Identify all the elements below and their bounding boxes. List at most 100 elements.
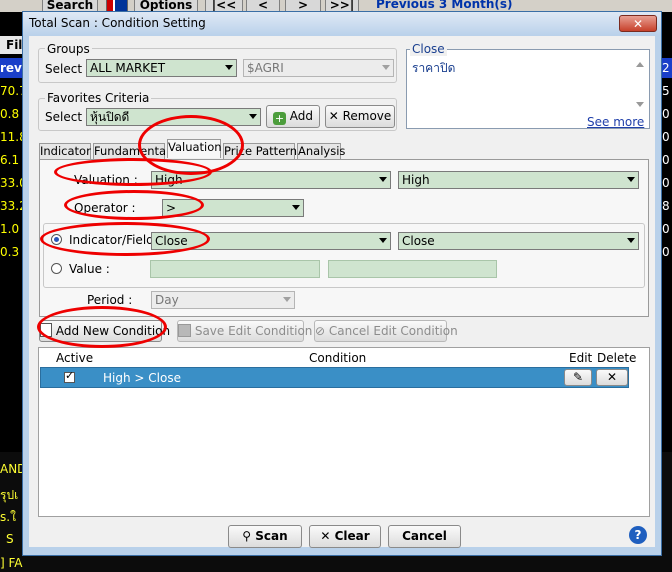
indicator-compare-value: Close [402,234,435,248]
chevron-down-icon [379,238,387,243]
background-news-line: S [6,532,14,546]
groups-select-label: Select : [45,62,90,76]
see-more-link[interactable]: See more [587,115,644,129]
tab-indicator[interactable]: Indicator [39,143,91,159]
background-right-value: 2 [662,61,670,75]
tab-valuation[interactable]: Valuation [167,139,222,158]
cancel-edit-condition-button[interactable]: ⊘ Cancel Edit Condition [314,320,458,342]
indicator-radio[interactable] [51,234,62,245]
background-right-value: 8 [662,199,670,213]
column-header-edit: Edit [569,351,593,365]
chevron-down-icon [225,65,233,70]
group-select-value: ALL MARKET [90,61,166,75]
close-legend: Close [410,42,447,56]
tab-analysis[interactable]: Analysis [297,143,345,159]
favorites-select-label: Select : [45,110,90,124]
chevron-down-icon [292,205,300,210]
cancel-label: Cancel [402,529,447,543]
value-label: Value : [69,262,110,276]
chevron-down-icon [382,65,390,70]
condition-text: High > Close [103,371,181,385]
close-description-text: ราคาปิด [412,61,456,75]
period-select-value: Day [155,293,179,307]
scroll-down-icon [636,102,644,107]
operator-label: Operator : [74,201,136,215]
background-right-value: 0 [662,153,670,167]
clear-button[interactable]: ✕ Clear [309,525,381,548]
subgroup-select-value: $AGRI [247,61,284,75]
background-news-line: ] FA [0,556,23,570]
close-window-button[interactable]: ✕ [619,15,657,32]
operator-select[interactable]: > [162,199,304,217]
favorites-select-value: หุ้นปิดดี [90,110,130,124]
background-right-value: 5 [662,84,670,98]
valuation-label: Valuation : [74,173,138,187]
checkmark-icon: ✓ [65,369,75,382]
value-input-secondary[interactable] [328,260,497,278]
group-select[interactable]: ALL MARKET [86,59,237,77]
save-edit-condition-button[interactable]: Save Edit Condition [177,320,312,342]
active-checkbox[interactable]: ✓ [64,369,75,383]
valuation-select[interactable]: High [151,171,391,189]
add-favorite-label: Add [289,109,314,123]
tab-price-pattern[interactable]: Price Pattern [223,143,297,159]
clear-icon: ✕ [320,529,331,543]
add-favorite-button[interactable]: + Add [266,105,320,128]
edit-condition-button[interactable]: ✎ [564,369,592,386]
dialog-title: Total Scan : Condition Setting [29,16,206,30]
valuation-compare-value: High [402,173,430,187]
column-header-delete: Delete [597,351,637,365]
remove-favorite-button[interactable]: ✕ Remove [325,105,395,128]
column-header-condition: Condition [309,351,367,365]
cancel-edit-condition-label: Cancel Edit Condition [328,324,458,338]
groups-legend: Groups [45,42,92,56]
period-select: Day [151,291,295,309]
valuation-compare-select[interactable]: High [398,171,639,189]
subgroup-select: $AGRI [243,59,394,77]
help-icon[interactable]: ? [629,526,647,544]
add-icon: + [272,112,286,125]
cancel-button[interactable]: Cancel [388,525,461,548]
valuation-select-value: High [155,173,183,187]
scan-label: Scan [255,529,288,543]
condition-setting-dialog: Total Scan : Condition Setting ✕ Groups … [22,11,662,556]
magnifier-icon: ⚲ [242,529,252,543]
indicator-field-label: Indicator/Field : [69,233,162,247]
clear-label: Clear [334,529,370,543]
column-header-active: Active [56,351,94,365]
cancel-icon: ⊘ [315,324,326,338]
pencil-icon: ✎ [572,370,584,384]
favorites-select[interactable]: หุ้นปิดดี [86,108,261,126]
add-new-condition-button[interactable]: Add New Condition [39,320,170,342]
operator-select-value: > [166,201,177,215]
scroll-up-icon [636,62,644,67]
chevron-down-icon [627,238,635,243]
background-right-value: 0 [662,222,670,236]
background-right-value: 0 [662,130,670,144]
chevron-down-icon [283,297,291,302]
indicator-field-value: Close [155,234,188,248]
background-news-line: รุปเ [0,488,19,502]
delete-icon: ✕ [606,370,618,384]
delete-condition-button[interactable]: ✕ [596,369,628,386]
indicator-compare-select[interactable]: Close [398,232,639,250]
close-icon: ✕ [632,17,644,31]
chevron-down-icon [249,114,257,119]
chevron-down-icon [379,177,387,182]
background-right-value: 0 [662,176,670,190]
scan-button[interactable]: ⚲ Scan [228,525,302,548]
remove-icon: ✕ [328,109,339,123]
value-input[interactable] [150,260,320,278]
background-news-line: s.ใ [0,510,16,524]
indicator-field-select[interactable]: Close [151,232,391,250]
value-radio[interactable] [51,263,62,274]
add-new-condition-label: Add New Condition [55,324,171,338]
description-scrollbar[interactable] [634,60,646,112]
period-label: Period : [87,293,133,307]
tab-fundamental[interactable]: Fundamental [93,143,169,159]
favorites-legend: Favorites Criteria [45,91,152,105]
save-edit-condition-label: Save Edit Condition [194,324,313,338]
period-label: Previous 3 Month(s) [376,0,513,11]
remove-favorite-label: Remove [342,109,392,123]
background-right-value: 0 [662,245,670,259]
